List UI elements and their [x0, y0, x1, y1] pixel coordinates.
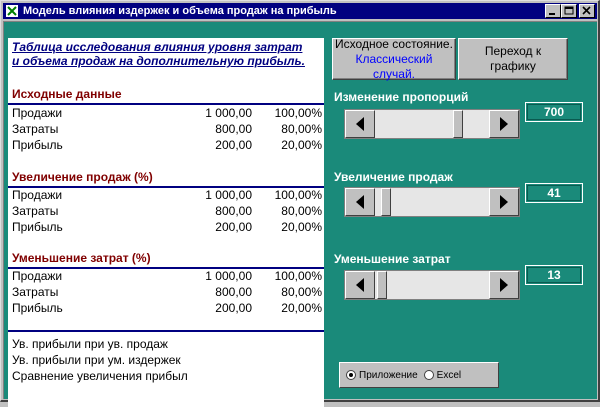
radio-excel[interactable]: Excel [423, 370, 461, 381]
minimize-icon [549, 13, 555, 15]
right-arrow-icon [500, 117, 508, 131]
table-row: Продажи 1 000,00 100,00% [12, 188, 322, 202]
section-heading: Исходные данные [12, 87, 122, 101]
left-arrow-icon [356, 278, 364, 292]
section-divider [8, 103, 324, 105]
costs-value: 13 [525, 265, 583, 285]
proportions-value: 700 [525, 102, 583, 122]
costs-thumb[interactable] [377, 271, 387, 299]
results-table: Таблица исследования влияния уровня затр… [8, 38, 324, 407]
app-window: Модель влияния издержек и объема продаж … [0, 0, 600, 407]
close-button[interactable] [579, 4, 595, 18]
table-row: Прибыль 200,00 20,00% [12, 301, 322, 315]
radio-dot-icon [423, 370, 434, 380]
radio-dot-icon [346, 370, 356, 380]
table-row: Прибыль 200,00 20,00% [12, 220, 322, 234]
scroll-left-button[interactable] [345, 271, 375, 299]
proportions-scrollbar[interactable] [344, 109, 520, 139]
sales-scrollbar[interactable] [344, 187, 520, 217]
left-arrow-icon [356, 195, 364, 209]
excel-icon [5, 4, 19, 18]
left-arrow-icon [356, 117, 364, 131]
maximize-icon [564, 6, 574, 15]
table-row: Продажи 1 000,00 100,00% [12, 106, 322, 120]
table-row: Затраты 800,00 80,00% [12, 204, 322, 218]
maximize-button[interactable] [561, 4, 577, 18]
costs-scrollbar[interactable] [344, 270, 520, 300]
close-icon [582, 6, 591, 15]
section-heading: Уменьшение затрат (%) [12, 251, 151, 265]
right-arrow-icon [500, 278, 508, 292]
go-to-chart-button[interactable]: Переход к графику [458, 38, 568, 80]
sales-label: Увеличение продаж [334, 170, 453, 184]
proportions-thumb[interactable] [453, 110, 463, 138]
scroll-right-button[interactable] [489, 110, 519, 138]
table-row: Прибыль 200,00 20,00% [12, 138, 322, 152]
table-row: Затраты 800,00 80,00% [12, 122, 322, 136]
summary-line: Ув. прибыли при ум. издержек [12, 353, 181, 367]
proportions-label: Изменение пропорций [334, 90, 469, 104]
table-row: Затраты 800,00 80,00% [12, 285, 322, 299]
scroll-right-button[interactable] [489, 188, 519, 216]
summary-line: Сравнение увеличения прибыл [12, 369, 188, 383]
title-bar[interactable]: Модель влияния издержек и объема продаж … [3, 3, 597, 19]
output-options: Приложение Excel [339, 362, 499, 388]
costs-label: Уменьшение затрат [334, 252, 451, 266]
window-title: Модель влияния издержек и объема продаж … [23, 5, 337, 17]
radio-application[interactable]: Приложение [346, 370, 418, 381]
right-arrow-icon [500, 195, 508, 209]
reset-classic-button[interactable]: Исходное состояние. Классический случай. [332, 37, 456, 81]
sales-value: 41 [525, 183, 583, 203]
scroll-left-button[interactable] [345, 188, 375, 216]
sales-thumb[interactable] [381, 188, 391, 216]
section-heading: Увеличение продаж (%) [12, 170, 153, 184]
main-area: Таблица исследования влияния уровня затр… [3, 21, 597, 407]
summary-line: Ув. прибыли при ув. продаж [12, 337, 168, 351]
table-row: Продажи 1 000,00 100,00% [12, 269, 322, 283]
minimize-button[interactable] [545, 4, 561, 18]
scroll-left-button[interactable] [345, 110, 375, 138]
table-title: Таблица исследования влияния уровня затр… [12, 40, 305, 68]
scroll-right-button[interactable] [489, 271, 519, 299]
section-divider [8, 330, 324, 332]
